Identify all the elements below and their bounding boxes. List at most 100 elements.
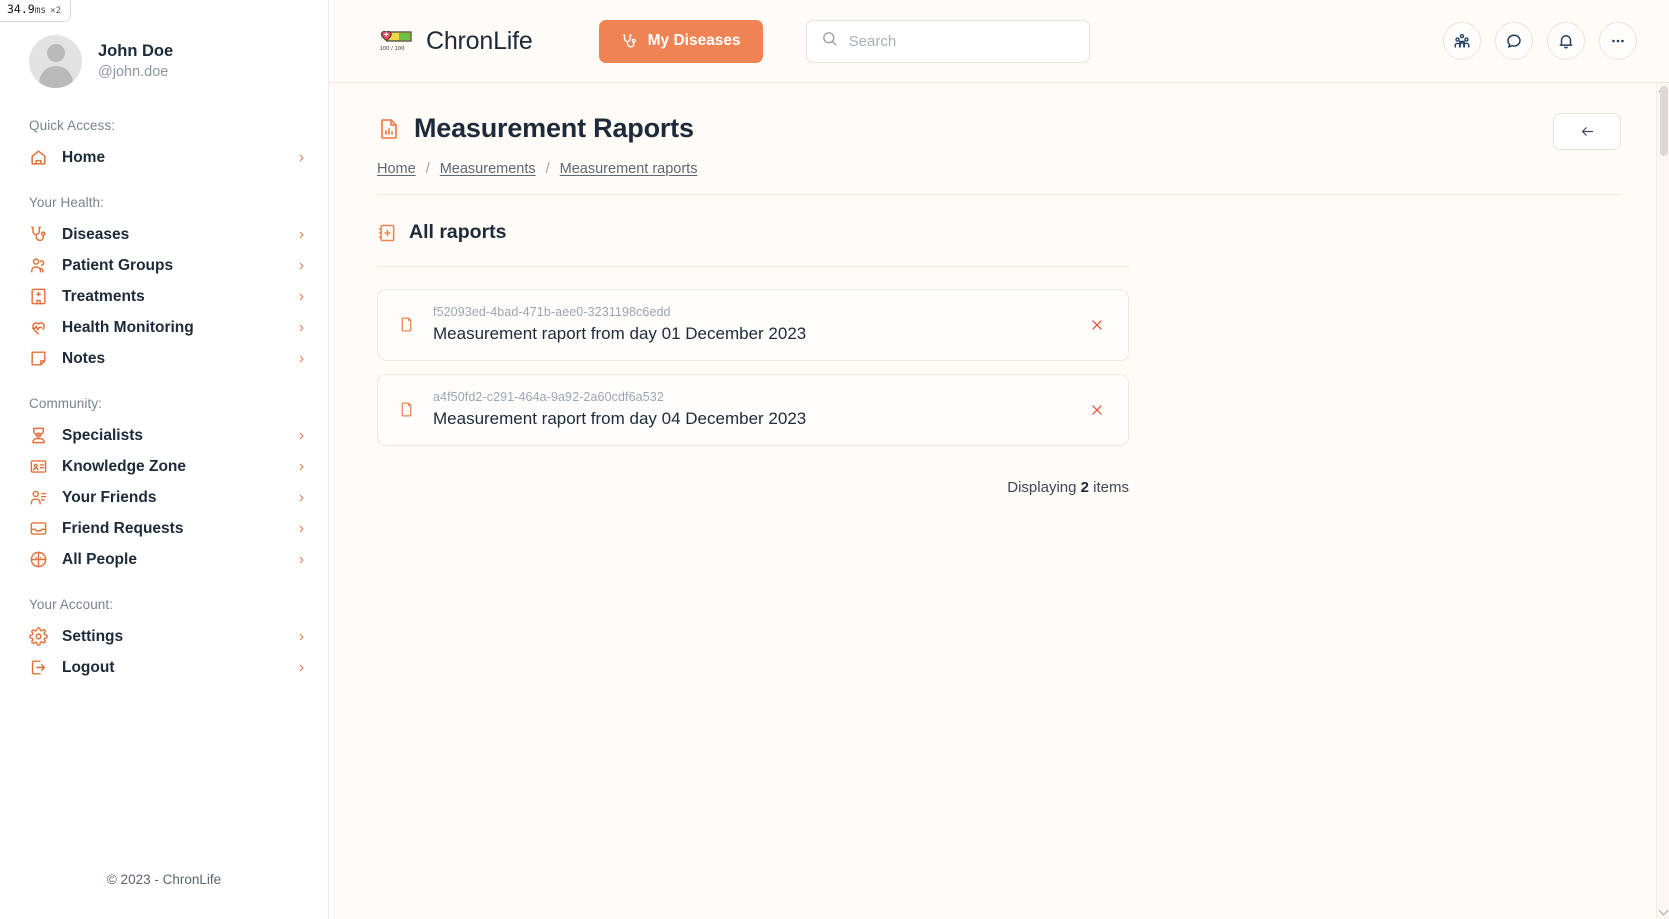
nav-group-label: Community: (29, 396, 103, 411)
displaying-suffix: items (1093, 479, 1129, 496)
chevron-right-icon (297, 429, 306, 443)
sidebar-item-your-friends[interactable]: Your Friends (0, 482, 328, 513)
heart-pulse-icon (29, 318, 48, 337)
chevron-right-icon (297, 290, 306, 304)
my-diseases-button[interactable]: My Diseases (598, 19, 763, 63)
page-title-text: Measurement Raports (414, 113, 694, 143)
chevron-right-icon (297, 228, 306, 242)
people-group-icon-button[interactable] (1443, 22, 1481, 60)
breadcrumb: Home / Measurements / Measurement raport… (377, 161, 1621, 177)
displaying-number: 2 (1080, 479, 1089, 496)
note-icon (29, 349, 48, 368)
sidebar-item-friend-requests[interactable]: Friend Requests (0, 513, 328, 544)
report-title: Measurement raport from day 04 December … (433, 409, 807, 429)
chevron-right-icon (297, 661, 306, 675)
close-icon (1090, 318, 1104, 332)
logout-icon (29, 658, 48, 677)
sidebar-item-diseases[interactable]: Diseases (0, 219, 328, 250)
vertical-scrollbar[interactable] (1656, 83, 1669, 919)
chevron-right-icon (297, 553, 306, 567)
sidebar-item-logout[interactable]: Logout (0, 652, 328, 683)
perf-multiplier: ×2 (50, 6, 61, 16)
chat-bubble-icon-button[interactable] (1495, 22, 1533, 60)
nav-group-quick-access: Quick Access: Home (0, 118, 328, 173)
report-card[interactable]: a4f50fd2-c291-464a-9a92-2a60cdf6a532 Mea… (377, 374, 1129, 446)
app-root: 34.9ms ×2 John Doe @john.doe Quick Access… (0, 0, 1669, 919)
home-icon (29, 148, 48, 167)
perf-value: 34.9 (7, 2, 35, 16)
delete-report-button[interactable] (1084, 312, 1110, 338)
main-area: 100 / 100 ChronLife My Diseases Search M… (329, 0, 1669, 919)
chevron-right-icon (297, 259, 306, 273)
sidebar-item-specialists[interactable]: Specialists (0, 420, 328, 451)
breadcrumb-separator: / (425, 161, 430, 177)
performance-badge: 34.9ms ×2 (0, 0, 71, 22)
sidebar-item-notes[interactable]: Notes (0, 343, 328, 374)
scroll-down-arrow-icon[interactable] (1658, 905, 1669, 916)
nav-group-your-health: Your Health: Diseases Patient Groups Tre… (0, 195, 328, 374)
chat-bubble-icon (1505, 32, 1523, 50)
sidebar-item-label: All People (62, 550, 137, 568)
search-bar[interactable] (805, 19, 1090, 63)
breadcrumb-item-home[interactable]: Home (377, 161, 416, 177)
displaying-prefix: Displaying (1007, 479, 1077, 496)
breadcrumb-item-measurements[interactable]: Measurements (440, 161, 536, 177)
document-icon (398, 401, 415, 420)
section-header: All raports (377, 221, 1621, 244)
page-title: Measurement Raports (377, 113, 694, 144)
sidebar-item-label: Treatments (62, 287, 145, 305)
sidebar-item-label: Patient Groups (62, 256, 174, 274)
sidebar-item-label: Notes (62, 349, 106, 367)
sidebar-item-patient-groups[interactable]: Patient Groups (0, 250, 328, 281)
perf-unit: ms (34, 5, 47, 16)
hospital-icon (29, 287, 48, 306)
top-actions (1443, 22, 1637, 60)
sidebar-item-label: Home (62, 148, 106, 166)
back-button[interactable] (1553, 113, 1621, 150)
sidebar-item-label: Health Monitoring (62, 318, 194, 336)
chevron-right-icon (297, 522, 306, 536)
nav-group-community: Community: Specialists Knowledge Zone Yo… (0, 396, 328, 575)
breadcrumb-separator: / (545, 161, 550, 177)
brand[interactable]: 100 / 100 ChronLife (377, 27, 533, 56)
ellipsis-icon-button[interactable] (1599, 22, 1637, 60)
bell-icon (1557, 32, 1575, 50)
section-divider (377, 266, 1129, 267)
sidebar-item-all-people[interactable]: All People (0, 544, 328, 575)
report-card[interactable]: f52093ed-4bad-471b-aee0-3231198c6edd Mea… (377, 289, 1129, 361)
section-title: All raports (409, 221, 507, 243)
chevron-right-icon (297, 352, 306, 366)
close-icon (1090, 403, 1104, 417)
delete-report-button[interactable] (1084, 397, 1110, 423)
search-input[interactable] (848, 32, 1075, 50)
scrollbar-thumb[interactable] (1659, 86, 1668, 156)
notebook-plus-icon (377, 223, 397, 243)
breadcrumb-item-measurement-raports[interactable]: Measurement raports (560, 161, 698, 177)
chevron-right-icon (297, 460, 306, 474)
report-chart-icon (377, 117, 401, 141)
sidebar-item-knowledge-zone[interactable]: Knowledge Zone (0, 451, 328, 482)
profile-name: John Doe (98, 42, 174, 61)
stethoscope-icon (29, 225, 48, 244)
sidebar-item-health-monitoring[interactable]: Health Monitoring (0, 312, 328, 343)
report-title: Measurement raport from day 01 December … (433, 324, 807, 344)
sidebar-item-treatments[interactable]: Treatments (0, 281, 328, 312)
id-card-icon (29, 457, 48, 476)
report-id: a4f50fd2-c291-464a-9a92-2a60cdf6a532 (433, 390, 664, 405)
avatar (29, 35, 82, 88)
svg-text:100 / 100: 100 / 100 (380, 46, 405, 52)
sidebar-item-settings[interactable]: Settings (0, 621, 328, 652)
people-group-icon (1453, 32, 1471, 50)
all-raports-section: All raports f52093ed-4bad-471b-aee0-3231… (329, 195, 1669, 496)
sidebar-item-home[interactable]: Home (0, 142, 328, 173)
sidebar-item-label: Your Friends (62, 488, 157, 506)
people-group-icon (29, 256, 48, 275)
arrow-left-icon (1579, 124, 1596, 139)
doctor-icon (29, 426, 48, 445)
chevron-right-icon (297, 491, 306, 505)
inbox-icon (29, 519, 48, 538)
nav-group-label: Quick Access: (29, 118, 116, 133)
sidebar-item-label: Logout (62, 658, 115, 676)
bell-icon-button[interactable] (1547, 22, 1585, 60)
chevron-right-icon (297, 151, 306, 165)
